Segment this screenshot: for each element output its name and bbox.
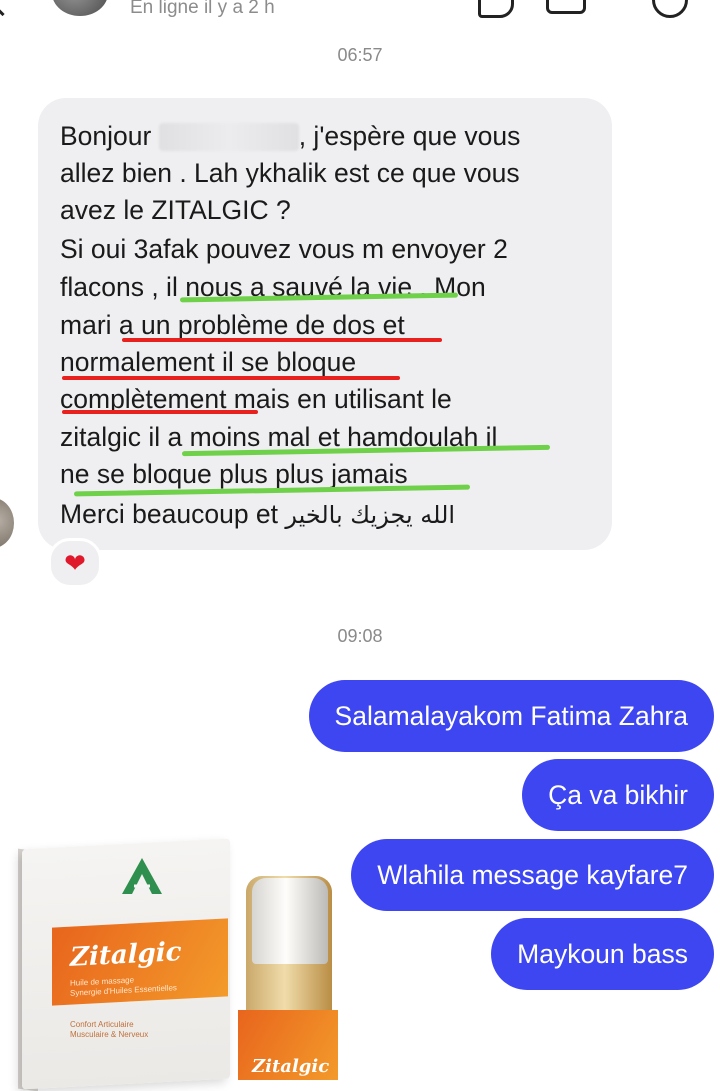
back-chevron-icon[interactable] bbox=[0, 0, 21, 17]
message-text: , j'espère que vous bbox=[298, 121, 521, 151]
box-footer-line: Confort Articulaire bbox=[70, 1020, 134, 1029]
info-icon[interactable] bbox=[652, 0, 688, 18]
message-line: Si oui 3afak pouvez vous m envoyer 2 bbox=[60, 234, 508, 264]
bottle-cap bbox=[252, 878, 328, 964]
box-footer-line: Musculaire & Nerveux bbox=[70, 1030, 149, 1039]
brand-logo-icon bbox=[122, 858, 162, 894]
video-icon[interactable] bbox=[546, 0, 586, 14]
red-underline bbox=[122, 338, 442, 342]
timestamp: 09:08 bbox=[337, 626, 383, 646]
timestamp: 06:57 bbox=[337, 45, 383, 65]
message-line: normalement il se bloque bbox=[60, 347, 357, 377]
reaction-badge[interactable]: ❤ bbox=[48, 538, 102, 588]
chat-header: En ligne il y a 2 h bbox=[0, 0, 720, 28]
box-product-name: Zitalgic bbox=[70, 937, 182, 973]
message-text: Merci beaucoup et bbox=[60, 499, 286, 529]
outgoing-message[interactable]: Maykoun bass bbox=[491, 918, 714, 990]
bottle-product-name: Zitalgic bbox=[252, 1056, 330, 1077]
message-line: mari a un problème de dos et bbox=[60, 310, 405, 340]
red-underline bbox=[62, 376, 400, 380]
message-line: avez le ZITALGIC ? bbox=[60, 195, 291, 225]
redacted-name bbox=[158, 123, 299, 151]
arabic-text: الله يجزيك بالخير bbox=[285, 501, 456, 529]
sender-avatar[interactable] bbox=[0, 498, 14, 548]
product-photo[interactable]: Zitalgic Huile de massage Synergie d'Hui… bbox=[0, 830, 360, 1091]
contact-avatar[interactable] bbox=[52, 0, 108, 16]
outgoing-message[interactable]: Ça va bikhir bbox=[522, 759, 714, 831]
red-underline bbox=[62, 410, 258, 414]
message-text: Bonjour bbox=[60, 121, 159, 151]
outgoing-message[interactable]: Wlahila message kayfare7 bbox=[351, 839, 714, 911]
outgoing-message[interactable]: Salamalayakom Fatima Zahra bbox=[308, 680, 714, 752]
online-status: En ligne il y a 2 h bbox=[130, 0, 275, 18]
message-line: ne se bloque plus plus jamais bbox=[60, 459, 408, 489]
heart-icon: ❤ bbox=[64, 548, 86, 578]
message-line: Bonjour , j'espère que vous bbox=[60, 121, 520, 151]
message-line: Merci beaucoup et الله يجزيك بالخير bbox=[60, 499, 455, 530]
phone-icon[interactable] bbox=[478, 0, 514, 18]
message-line: allez bien . Lah ykhalik est ce que vous bbox=[60, 158, 520, 188]
box-footer: Confort Articulaire Musculaire & Nerveux bbox=[70, 1020, 148, 1040]
